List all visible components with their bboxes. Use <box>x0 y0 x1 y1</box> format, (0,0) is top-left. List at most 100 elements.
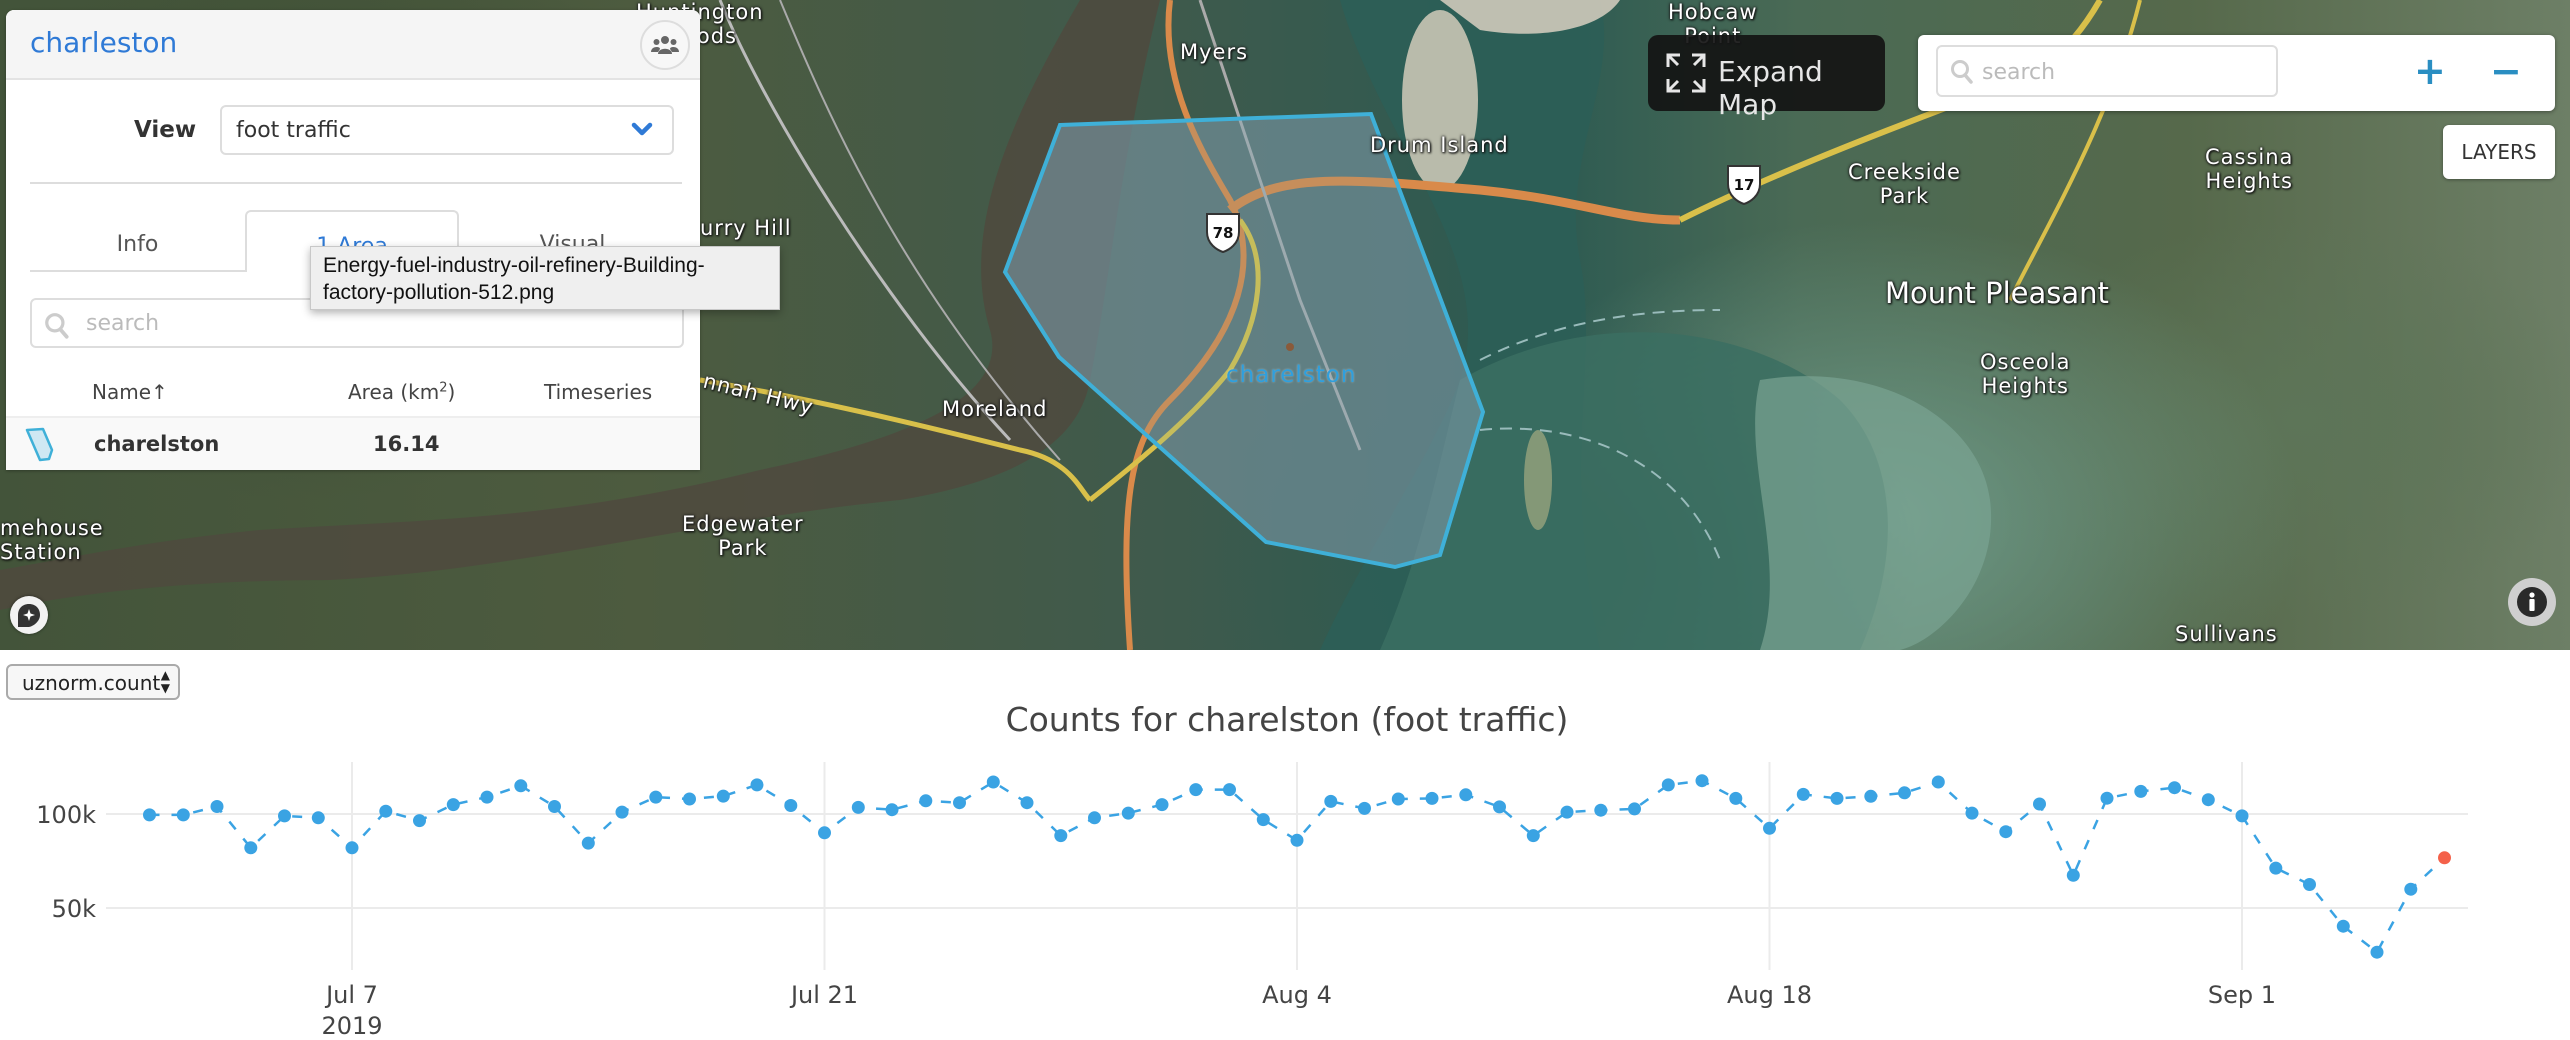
data-point <box>2370 945 2384 959</box>
panel-divider <box>30 182 682 184</box>
x-tick-label: Aug 18 <box>1727 981 1812 1009</box>
data-point <box>176 808 190 822</box>
search-icon <box>45 313 69 339</box>
info-icon <box>2517 587 2547 617</box>
data-point <box>2134 784 2148 798</box>
column-header-area-close: ) <box>447 380 456 404</box>
view-label: View <box>134 117 197 143</box>
map-search-placeholder: search <box>1982 60 2056 85</box>
data-point <box>1459 788 1473 802</box>
expand-icon <box>1666 53 1706 93</box>
data-point <box>2404 882 2418 896</box>
crab-bank <box>1524 430 1552 530</box>
data-point <box>1020 796 1034 810</box>
data-point <box>1864 789 1878 803</box>
view-row: View foot traffic <box>6 105 700 157</box>
data-point <box>683 792 696 806</box>
place-label-drum-island: Drum Island <box>1370 133 1509 157</box>
data-point <box>1189 783 1203 797</box>
column-header-name[interactable]: Name↑ <box>92 380 168 404</box>
us17-shield-text: 17 <box>1734 176 1755 194</box>
view-select[interactable]: foot traffic <box>220 105 674 155</box>
data-point <box>2235 809 2249 823</box>
place-label-sullivans: Sullivans <box>2175 622 2278 646</box>
data-point <box>1830 791 1844 805</box>
data-point <box>1661 778 1675 792</box>
data-point <box>278 809 291 823</box>
data-point <box>1121 806 1135 820</box>
data-point <box>1256 813 1270 827</box>
panel-title: charleston <box>30 26 178 59</box>
data-point <box>1796 787 1810 801</box>
data-point <box>1324 794 1338 808</box>
map-search-bar: search + − <box>1918 35 2555 111</box>
column-header-area-exponent: 2 <box>439 380 448 396</box>
panel-header: charleston <box>6 10 700 80</box>
data-point <box>1425 791 1439 805</box>
data-point <box>244 841 258 855</box>
column-header-area[interactable]: Area (km2) <box>348 380 455 404</box>
expand-map-button[interactable]: Expand Map <box>1648 35 1885 121</box>
data-point <box>480 790 494 804</box>
area-size-cell: 16.14 <box>373 432 440 456</box>
x-tick-label: Jul 21 <box>789 981 858 1009</box>
column-header-area-text: Area (km <box>348 380 440 404</box>
area-centroid-marker <box>1286 343 1294 351</box>
tab-info[interactable]: Info <box>30 210 245 272</box>
data-point <box>1290 833 1304 847</box>
data-point <box>581 836 595 850</box>
table-row[interactable]: charelston 16.14 <box>6 418 700 470</box>
data-point <box>2168 781 2181 795</box>
zoom-in-button[interactable]: + <box>2414 49 2446 93</box>
column-header-timeseries[interactable]: Timeseries <box>544 380 652 404</box>
data-point <box>514 779 528 793</box>
data-point <box>2100 791 2114 805</box>
us17-shield: 17 <box>1727 165 1761 206</box>
users-icon <box>651 36 679 54</box>
data-point <box>1965 806 1979 820</box>
data-point <box>716 789 730 803</box>
area-map-label[interactable]: charelston <box>1226 362 1356 388</box>
data-point <box>2336 919 2350 933</box>
metric-select[interactable]: uznorm.count ▲ ▼ <box>6 664 180 700</box>
data-point <box>986 775 1000 789</box>
group-button[interactable] <box>640 20 690 70</box>
data-point <box>615 805 629 819</box>
data-point <box>1763 821 1776 835</box>
data-point <box>818 826 831 840</box>
data-point <box>2269 861 2283 875</box>
area-search-placeholder: search <box>86 311 160 336</box>
data-point <box>1628 802 1641 816</box>
data-point <box>2066 868 2080 882</box>
x-tick-label: Jul 7 <box>324 981 378 1009</box>
data-point <box>953 796 966 810</box>
data-point <box>1898 786 1911 800</box>
data-point <box>446 798 460 812</box>
y-tick-label: 50k <box>52 895 97 923</box>
y-tick-label: 100k <box>36 801 96 829</box>
data-point <box>311 811 325 825</box>
chevron-down-icon <box>631 122 653 136</box>
map-search-input[interactable]: search <box>1936 45 2278 97</box>
x-tick-sublabel: 2019 <box>321 1012 382 1040</box>
zoom-out-button[interactable]: − <box>2490 49 2522 93</box>
area-table-header: Name↑ Area (km2) Timeseries <box>6 372 700 418</box>
data-point <box>1729 791 1743 805</box>
map-info-button[interactable] <box>2508 578 2556 626</box>
search-icon <box>1951 60 1973 84</box>
timeseries-chart: Counts for charelston (foot traffic) 50k… <box>36 700 2468 1040</box>
drum-island <box>1402 10 1478 190</box>
area-panel: charleston View foot traffic Info 1 Area… <box>6 10 780 470</box>
data-point-latest <box>2438 851 2451 865</box>
data-point <box>2201 793 2215 807</box>
data-point <box>1358 801 1371 815</box>
layers-button[interactable]: LAYERS <box>2443 125 2555 179</box>
locate-button[interactable] <box>10 596 48 634</box>
data-point <box>1391 792 1405 806</box>
place-label-cassina: Cassina Heights <box>2205 145 2294 193</box>
x-tick-label: Aug 4 <box>1262 981 1332 1009</box>
data-point <box>1223 783 1236 797</box>
place-label-mount-pleasant: Mount Pleasant <box>1885 276 2109 310</box>
place-label-creekside: Creekside Park <box>1848 160 1961 208</box>
place-label-curry-hill: urry Hill <box>700 216 792 240</box>
